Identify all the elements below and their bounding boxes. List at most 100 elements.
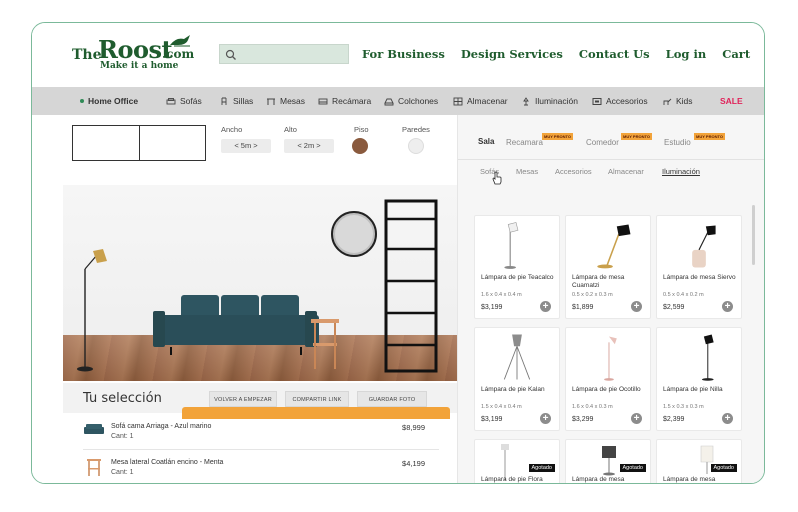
category-accesorios[interactable]: Accesorios	[592, 96, 648, 106]
category-sofas[interactable]: Sofás	[166, 96, 202, 106]
category-almacenar[interactable]: Almacenar	[453, 96, 508, 106]
selection-row[interactable]: Mesa lateral Coatlán encino - Menta Cant…	[83, 457, 439, 483]
storage-icon	[453, 97, 463, 105]
sofa-item[interactable]	[151, 289, 319, 359]
paredes-label: Paredes	[402, 125, 430, 134]
search-icon	[225, 49, 236, 60]
item-name: Mesa lateral Coatlán encino - Menta	[111, 459, 224, 466]
ladder-shelf-item[interactable]	[383, 199, 439, 375]
nav-link-business[interactable]: For Business	[362, 47, 445, 65]
product-card[interactable]: Lámpara de mesa Cuamatzi 0.5 x 0.2 x 0.3…	[565, 215, 651, 319]
product-card[interactable]: Lámpara de pie Nilla 1.5 x 0.3 x 0.3 m $…	[656, 327, 742, 431]
share-link-button[interactable]: COMPARTIR LINK	[285, 391, 349, 407]
add-product-button[interactable]: +	[722, 301, 733, 312]
category-sillas[interactable]: Sillas	[219, 96, 253, 106]
product-card[interactable]: Lámpara de mesa Siervo 0.5 x 0.4 x 0.2 m…	[656, 215, 742, 319]
frame-icon	[592, 97, 602, 105]
sold-out-badge: Agotado	[619, 464, 646, 472]
add-product-button[interactable]: +	[631, 301, 642, 312]
logo-roost: Roost	[98, 35, 173, 64]
checkout-button[interactable]	[182, 407, 450, 419]
category-bar: Home Office Sofás Sillas Mesas Recámara …	[32, 87, 764, 115]
nav-link-cart[interactable]: Cart	[722, 47, 750, 65]
restart-button[interactable]: VOLVER A EMPEZAR	[209, 391, 277, 407]
category-recamara[interactable]: Recámara	[318, 96, 371, 106]
nav-link-login[interactable]: Log in	[666, 47, 707, 65]
floor-lamp-item[interactable]	[73, 241, 113, 373]
category-mesas[interactable]: Mesas	[266, 96, 305, 106]
nav-link-design-services[interactable]: Design Services	[461, 47, 563, 65]
room-canvas[interactable]	[63, 185, 457, 381]
room-size-preview[interactable]	[72, 125, 206, 161]
item-qty: Cant: 1	[111, 469, 134, 476]
room-tab-estudio[interactable]: Estudio	[664, 138, 691, 147]
selection-panel: Tu selección VOLVER A EMPEZAR COMPARTIR …	[63, 383, 457, 483]
nav-link-contact[interactable]: Contact Us	[579, 47, 650, 65]
product-name: Lámpara de mesa Cuamatzi	[572, 274, 625, 289]
category-home-office[interactable]: Home Office	[80, 96, 138, 106]
category-label: Mesas	[280, 96, 306, 106]
product-card[interactable]: Agotado Lámpara de pie Flora	[474, 439, 560, 483]
paredes-swatch[interactable]	[408, 138, 424, 154]
selection-row[interactable]: Sofá cama Arriaga - Azul marino Cant: 1 …	[83, 421, 439, 451]
save-photo-button[interactable]: GUARDAR FOTO	[357, 391, 427, 407]
add-product-button[interactable]: +	[722, 413, 733, 424]
sold-out-badge: Agotado	[528, 464, 555, 472]
round-mirror-item[interactable]	[329, 209, 379, 259]
subtab-iluminacion[interactable]: Iluminación	[662, 167, 700, 176]
chair-icon	[221, 97, 227, 105]
category-sale[interactable]: SALE	[720, 96, 743, 106]
bird-icon	[170, 35, 190, 47]
category-iluminacion[interactable]: Iluminación	[521, 96, 578, 106]
category-colchones[interactable]: Colchones	[384, 96, 438, 106]
room-planner: Ancho < 5m > Alto < 2m > Piso Paredes Tu…	[32, 115, 457, 483]
ancho-stepper[interactable]: < 5m >	[221, 139, 271, 153]
product-price: $2,399	[663, 416, 685, 423]
catalog-scrollbar[interactable]	[752, 205, 755, 265]
category-kids[interactable]: Kids	[662, 96, 693, 106]
category-label: Home Office	[88, 96, 139, 106]
product-image	[700, 445, 714, 474]
product-price: $3,299	[572, 416, 594, 423]
side-table-item[interactable]	[307, 315, 343, 371]
search-input[interactable]	[219, 44, 349, 64]
alto-stepper[interactable]: < 2m >	[284, 139, 334, 153]
product-name: Lámpara de mesa Siervo	[663, 274, 736, 281]
ancho-label: Ancho	[221, 125, 243, 134]
room-tab-comedor[interactable]: Comedor	[586, 138, 619, 147]
product-image	[604, 336, 617, 381]
lamp-icon	[523, 96, 529, 105]
subtab-almacenar[interactable]: Almacenar	[608, 167, 644, 176]
product-card[interactable]: Lámpara de pie Kalan 1.5 x 0.4 x 0.4 m $…	[474, 327, 560, 431]
product-image	[602, 446, 616, 476]
add-product-button[interactable]: +	[540, 413, 551, 424]
product-dims: 1.6 x 0.4 x 0.4 m	[481, 292, 522, 298]
room-tab-sala[interactable]: Sala	[478, 137, 494, 146]
category-label: Almacenar	[467, 96, 508, 106]
room-tab-recamara[interactable]: Recamara	[506, 138, 543, 147]
product-card[interactable]: Agotado Lámpara de mesa	[565, 439, 651, 483]
product-image	[504, 222, 519, 269]
cursor-hand-icon	[492, 171, 502, 185]
subtab-accesorios[interactable]: Accesorios	[555, 167, 592, 176]
product-name: Lámpara de mesa	[572, 476, 625, 483]
product-image	[692, 225, 716, 268]
add-product-button[interactable]: +	[631, 413, 642, 424]
product-name: Lámpara de pie Ocotillo	[572, 386, 641, 393]
add-product-button[interactable]: +	[540, 301, 551, 312]
coming-soon-badge: MUY PRONTO	[694, 133, 725, 140]
category-label: Sofás	[180, 96, 202, 106]
product-card[interactable]: Lámpara de pie Ocotillo 1.6 x 0.4 x 0.3 …	[565, 327, 651, 431]
item-price: $8,999	[402, 423, 425, 432]
product-card[interactable]: Lámpara de pie Teacalco 1.6 x 0.4 x 0.4 …	[474, 215, 560, 319]
product-price: $1,899	[572, 304, 594, 311]
product-card[interactable]: Agotado Lámpara de mesa	[656, 439, 742, 483]
subtab-mesas[interactable]: Mesas	[516, 167, 538, 176]
product-dims: 1.6 x 0.4 x 0.3 m	[572, 404, 613, 410]
piso-swatch[interactable]	[352, 138, 368, 154]
product-image	[597, 224, 631, 269]
site-logo[interactable]: The Roost .com Make it a home	[72, 35, 200, 75]
category-label: Accesorios	[606, 96, 648, 106]
coming-soon-badge: MUY PRONTO	[621, 133, 652, 140]
logo-com: .com	[162, 47, 195, 61]
